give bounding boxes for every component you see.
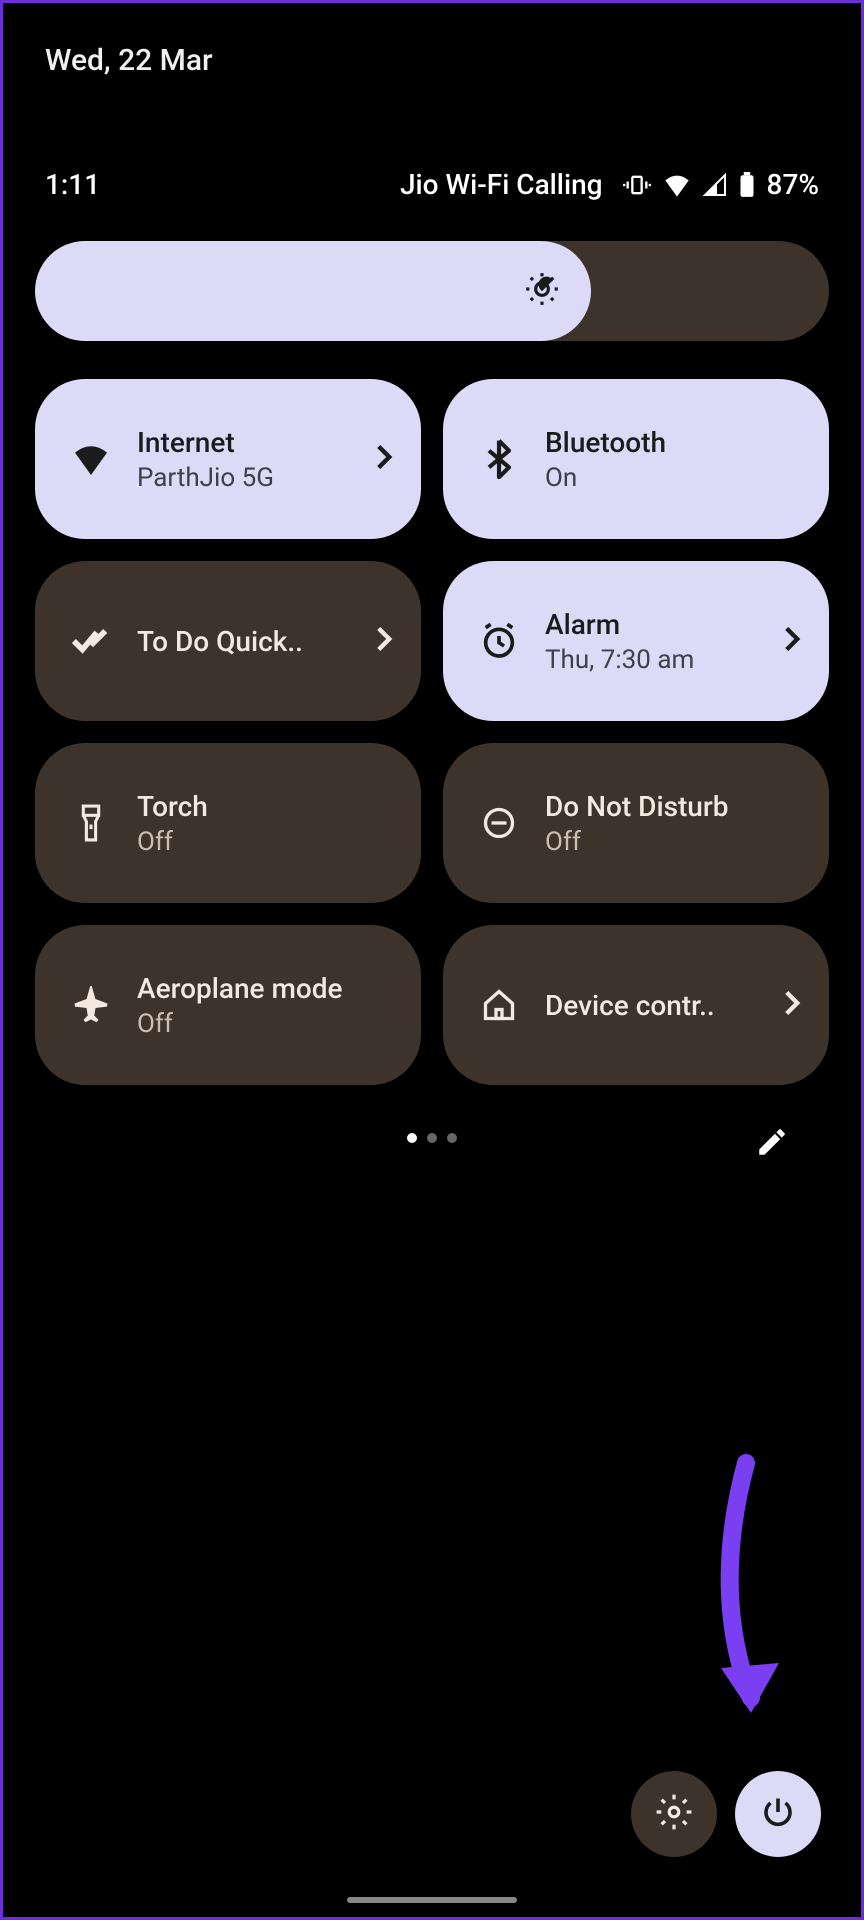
wifi-icon: [71, 443, 111, 475]
chevron-right-icon: [783, 989, 801, 1021]
tile-subtitle: Off: [137, 1009, 393, 1039]
torch-icon: [71, 803, 111, 843]
tile-title: Alarm: [545, 608, 757, 641]
power-button[interactable]: [735, 1771, 821, 1857]
tile-subtitle: Off: [137, 827, 393, 857]
tile-subtitle: Thu, 7:30 am: [545, 645, 757, 675]
annotation-arrow: [651, 1453, 801, 1757]
bluetooth-icon: [479, 439, 519, 479]
page-indicator: [35, 1133, 829, 1143]
tile-subtitle: Off: [545, 827, 801, 857]
edit-tiles-button[interactable]: [755, 1125, 789, 1163]
tile-title: Aeroplane mode: [137, 972, 393, 1005]
battery-percentage: 87%: [767, 168, 819, 201]
alarm-icon: [479, 621, 519, 661]
page-dot: [407, 1133, 417, 1143]
tile-todo[interactable]: To Do Quick..: [35, 561, 421, 721]
page-dot: [427, 1133, 437, 1143]
tile-bluetooth[interactable]: Bluetooth On: [443, 379, 829, 539]
status-bar: 1:11 Jio Wi-Fi Calling 87%: [35, 168, 829, 201]
tile-airplane[interactable]: Aeroplane mode Off: [35, 925, 421, 1085]
carrier-label: Jio Wi-Fi Calling: [400, 168, 603, 201]
tile-torch[interactable]: Torch Off: [35, 743, 421, 903]
check-icon: [71, 627, 111, 655]
tile-title: Bluetooth: [545, 426, 801, 459]
brightness-icon: [523, 270, 561, 312]
tile-subtitle: On: [545, 463, 801, 493]
tile-internet[interactable]: Internet ParthJio 5G: [35, 379, 421, 539]
tile-title: Internet: [137, 426, 349, 459]
chevron-right-icon: [783, 625, 801, 657]
tile-title: To Do Quick..: [137, 625, 349, 658]
power-icon: [760, 1794, 796, 1834]
page-dot: [447, 1133, 457, 1143]
brightness-slider[interactable]: [35, 241, 829, 341]
airplane-icon: [71, 986, 111, 1024]
signal-icon: [703, 173, 727, 197]
tile-dnd[interactable]: Do Not Disturb Off: [443, 743, 829, 903]
tile-subtitle: ParthJio 5G: [137, 463, 349, 493]
battery-icon: [739, 172, 755, 198]
tile-title: Torch: [137, 790, 393, 823]
tile-title: Do Not Disturb: [545, 790, 801, 823]
settings-button[interactable]: [631, 1771, 717, 1857]
tile-device-controls[interactable]: Device contr..: [443, 925, 829, 1085]
gear-icon: [655, 1793, 693, 1835]
tile-title: Device contr..: [545, 989, 757, 1022]
chevron-right-icon: [375, 625, 393, 657]
date-label: Wed, 22 Mar: [45, 43, 829, 78]
clock: 1:11: [45, 168, 100, 201]
home-icon: [479, 987, 519, 1023]
navigation-handle[interactable]: [347, 1897, 517, 1903]
wifi-icon: [663, 173, 691, 197]
chevron-right-icon: [375, 443, 393, 475]
vibrate-icon: [623, 171, 651, 199]
dnd-icon: [479, 805, 519, 841]
tile-alarm[interactable]: Alarm Thu, 7:30 am: [443, 561, 829, 721]
